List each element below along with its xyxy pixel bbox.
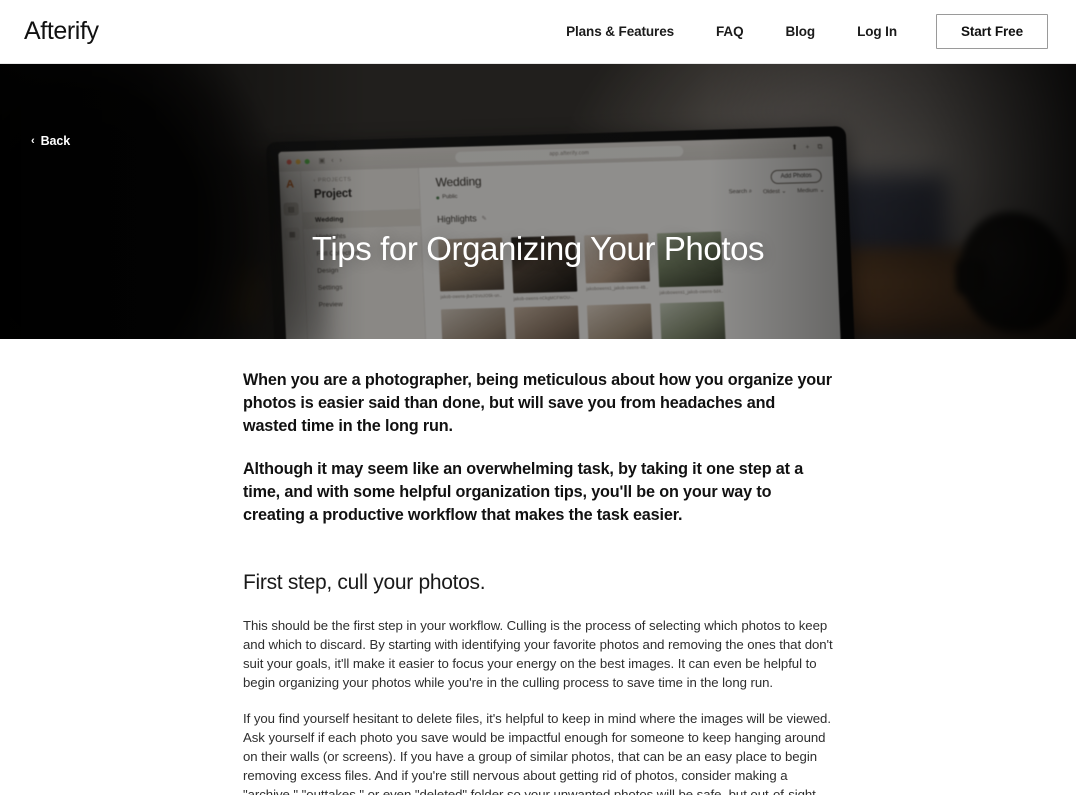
article-column: When you are a photographer, being metic… <box>243 339 833 795</box>
start-free-button[interactable]: Start Free <box>935 13 1048 50</box>
back-link[interactable]: ‹ Back <box>31 134 70 148</box>
nav-faq[interactable]: FAQ <box>695 25 764 39</box>
nav-plans-features[interactable]: Plans & Features <box>545 25 695 39</box>
chevron-left-icon: ‹ <box>31 134 35 147</box>
page-title: Tips for Organizing Your Photos <box>311 230 765 267</box>
article-section-heading: First step, cull your photos. <box>243 571 486 594</box>
nav-blog[interactable]: Blog <box>764 25 836 39</box>
primary-nav: Plans & Features FAQ Blog Log In Start F… <box>545 13 1048 50</box>
back-link-label: Back <box>40 134 71 148</box>
hero-edge-vignette <box>0 64 1076 339</box>
hero-banner: ▣ ‹ › app.afterify.com ⬆ + ⧉ A ▤ ▦ ‹ PRO… <box>0 64 1076 339</box>
page-root: Afterify Plans & Features FAQ Blog Log I… <box>0 0 1076 795</box>
site-logo[interactable]: Afterify <box>24 19 99 44</box>
article-body: When you are a photographer, being metic… <box>0 339 1076 795</box>
site-header: Afterify Plans & Features FAQ Blog Log I… <box>0 0 1076 64</box>
article-paragraph-1: This should be the first step in your wo… <box>243 618 833 690</box>
article-lede-1: When you are a photographer, being metic… <box>243 371 832 435</box>
article-lede-2: Although it may seem like an overwhelmin… <box>243 460 804 524</box>
article-paragraph-2: If you find yourself hesitant to delete … <box>243 711 831 795</box>
hero-photograph: ▣ ‹ › app.afterify.com ⬆ + ⧉ A ▤ ▦ ‹ PRO… <box>0 64 1076 339</box>
nav-log-in[interactable]: Log In <box>836 25 918 39</box>
